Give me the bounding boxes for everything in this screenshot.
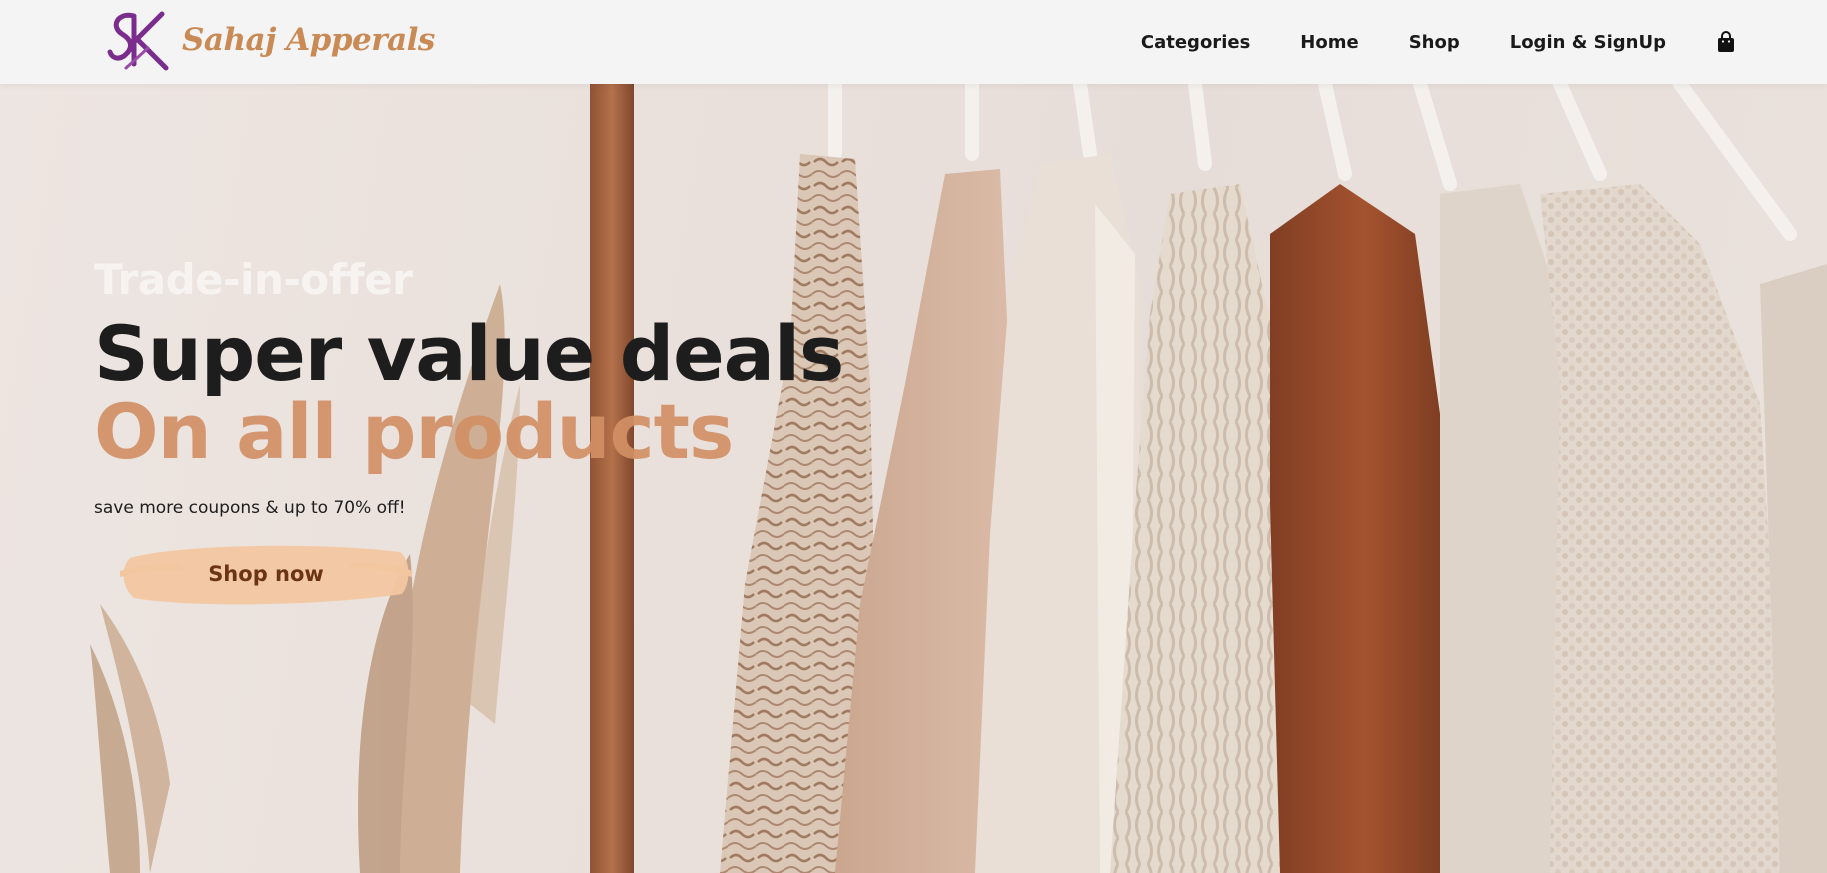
nav-link-login-signup[interactable]: Login & SignUp	[1510, 32, 1666, 53]
hero-headline-accent: On all products	[94, 387, 734, 476]
shop-now-button[interactable]: Shop now	[120, 538, 412, 610]
hero-subtext: save more coupons & up to 70% off!	[94, 498, 406, 518]
hero-text: Trade-in-offer Super value deals On all …	[94, 254, 844, 518]
brand-name: Sahaj Apperals	[182, 22, 435, 58]
shop-now-label: Shop now	[208, 562, 324, 586]
hero-banner: Trade-in-offer Super value deals On all …	[0, 84, 1827, 873]
main-nav: Categories Home Shop Login & SignUp	[1141, 0, 1827, 84]
nav-link-shop[interactable]: Shop	[1409, 32, 1460, 53]
hero-kicker: Trade-in-offer	[94, 255, 413, 304]
nav-link-home[interactable]: Home	[1300, 32, 1358, 53]
site-header: Sahaj Apperals Categories Home Shop Logi…	[0, 0, 1827, 84]
sk-monogram-logo-icon	[107, 11, 169, 71]
brand-logo[interactable]: Sahaj Apperals	[104, 8, 435, 72]
nav-link-categories[interactable]: Categories	[1141, 32, 1250, 53]
hero-headline: Super value deals	[94, 309, 844, 398]
shopping-bag-icon[interactable]	[1716, 31, 1736, 53]
